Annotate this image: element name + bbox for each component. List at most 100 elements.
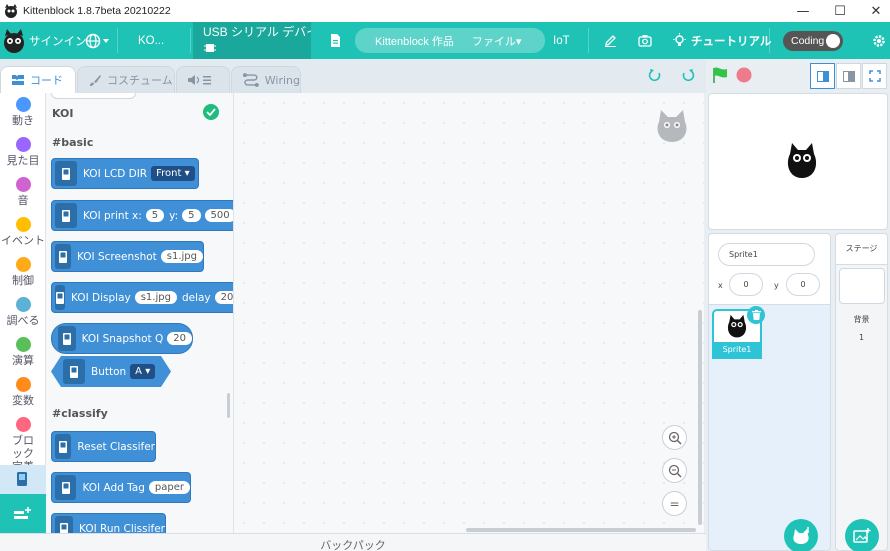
reset-classifier-block[interactable]: Reset Classifer (51, 431, 156, 462)
menu-separator (117, 28, 118, 53)
palette-scrollbar[interactable] (227, 393, 230, 418)
settings-gear-icon[interactable] (872, 34, 886, 48)
add-extension-button[interactable] (0, 494, 46, 533)
category-operators[interactable]: 演算 (0, 337, 46, 367)
tutorial-lightbulb-icon[interactable] (672, 33, 687, 48)
file-save-icon[interactable] (330, 34, 341, 47)
sprite-name-input[interactable]: Sprite1 (718, 243, 815, 266)
language-globe-icon[interactable] (85, 33, 111, 49)
undo-icon[interactable] (645, 65, 665, 85)
backdrop-label: 背景 (853, 315, 870, 324)
project-title[interactable]: Kittenblock 作品 (375, 33, 454, 49)
category-control[interactable]: 制御 (0, 257, 46, 287)
category-motion[interactable]: 動き (0, 97, 46, 127)
green-flag-icon[interactable] (710, 65, 730, 85)
category-label: 調べる (6, 314, 40, 327)
backpack-bar[interactable]: バックパック (0, 533, 706, 551)
block-categories: 動き 見た目 音 イベント 制御 調べる 演算 変数 ブロック定義 (0, 93, 46, 533)
kittenblock-logo-icon[interactable] (2, 27, 26, 55)
tab-code-label: コード (30, 74, 63, 87)
tutorial-button[interactable]: チュートリアル (691, 22, 771, 59)
stage-thumbnail[interactable] (839, 268, 885, 304)
sprite-y-input[interactable]: 0 (786, 273, 820, 296)
block-text: delay (181, 291, 211, 304)
category-sound[interactable]: 音 (0, 177, 46, 207)
category-label: イベント (1, 234, 45, 247)
tab-costume[interactable]: コスチューム (77, 66, 175, 93)
kittenblock-app-icon (5, 4, 17, 18)
tab-wiring[interactable]: Wiring (231, 66, 301, 93)
sprite-x-label: x (718, 281, 723, 290)
koi-device-icon (63, 359, 85, 384)
camera-icon[interactable] (638, 34, 652, 47)
koi-run-classifier-block[interactable]: KOI Run Clissifer (51, 513, 166, 533)
coding-toggle-label: Coding (791, 35, 825, 47)
add-sprite-button[interactable] (784, 519, 818, 551)
category-sensing[interactable]: 調べる (0, 297, 46, 327)
script-workspace[interactable] (234, 93, 704, 533)
category-looks[interactable]: 見た目 (0, 137, 46, 167)
workspace-horizontal-scrollbar[interactable] (466, 528, 696, 532)
category-label: 見た目 (6, 154, 40, 167)
category-events[interactable]: イベント (0, 217, 46, 247)
device-select-button[interactable]: KO... (138, 22, 164, 59)
toggle-knob (826, 34, 840, 48)
classify-section-label: #classify (52, 407, 108, 420)
maximize-button[interactable]: ☐ (822, 0, 858, 22)
tab-code[interactable]: コード (0, 66, 76, 93)
lcd-dir-dropdown[interactable]: Front ▾ (151, 166, 195, 181)
stop-icon[interactable] (734, 65, 754, 85)
koi-screenshot-block[interactable]: KOI Screenshot s1.jpg (51, 241, 204, 272)
signin-button[interactable]: サインイン (29, 22, 87, 59)
delete-sprite-button[interactable] (747, 306, 765, 324)
category-variables[interactable]: 変数 (0, 377, 46, 407)
edit-pencil-icon[interactable] (604, 34, 617, 47)
zoom-in-icon (668, 431, 682, 445)
iot-menu-button[interactable]: IoT (553, 22, 570, 59)
koi-display-block[interactable]: KOI Display s1.jpg delay 200 (51, 282, 233, 313)
category-dot (15, 177, 31, 192)
koi-lcd-dir-block[interactable]: KOI LCD DIR Front ▾ (51, 158, 199, 189)
add-backdrop-button[interactable] (845, 519, 879, 551)
koi-print-block[interactable]: KOI print x: 5 y: 5 500 (51, 200, 233, 231)
display-filename-input[interactable]: s1.jpg (134, 291, 177, 304)
print-text-input[interactable]: 500 (204, 209, 233, 222)
project-title-group: Kittenblock 作品 ファイル▾ (355, 28, 545, 53)
block-text: KOI Run Clissifer (79, 522, 165, 534)
koi-device-icon (55, 244, 71, 269)
koi-add-tag-block[interactable]: KOI Add Tag paper (51, 472, 191, 503)
zoom-in-button[interactable] (662, 425, 687, 450)
screenshot-filename-input[interactable]: s1.jpg (160, 250, 203, 263)
tab-costume-label: コスチューム (107, 74, 173, 87)
snapshot-quality-input[interactable]: 20 (167, 332, 192, 345)
fullscreen-button[interactable] (862, 63, 887, 89)
sprite-x-input[interactable]: 0 (729, 273, 763, 296)
window-titlebar: Kittenblock 1.8.7beta 20210222 — ☐ ✕ (0, 0, 890, 22)
chip-icon (204, 44, 216, 52)
minimize-button[interactable]: — (785, 0, 821, 22)
workspace-vertical-scrollbar[interactable] (698, 310, 702, 525)
coding-mode-toggle[interactable]: Coding (783, 31, 843, 51)
category-dot (15, 297, 31, 312)
zoom-reset-button[interactable]: = (662, 491, 687, 516)
display-delay-input[interactable]: 200 (214, 291, 233, 304)
button-pressed-block[interactable]: Button A ▾ (51, 356, 171, 387)
large-stage-button[interactable] (836, 63, 861, 89)
print-x-input[interactable]: 5 (145, 209, 165, 222)
tag-name-input[interactable]: paper (148, 481, 190, 494)
small-stage-button[interactable] (810, 63, 835, 89)
zoom-out-button[interactable] (662, 458, 687, 483)
redo-icon[interactable] (678, 65, 698, 85)
category-koi[interactable] (0, 465, 46, 495)
usb-serial-device-button[interactable]: USB シリアル デバイス (193, 22, 311, 59)
koi-device-icon (58, 326, 76, 351)
stage-cat-sprite[interactable] (784, 140, 820, 182)
button-dropdown[interactable]: A ▾ (130, 364, 156, 379)
file-menu-button[interactable]: ファイル▾ (472, 33, 522, 49)
trash-icon (751, 310, 761, 320)
close-button[interactable]: ✕ (858, 0, 890, 22)
print-y-input[interactable]: 5 (182, 209, 201, 222)
koi-snapshot-block[interactable]: KOI Snapshot Q 20 (51, 323, 193, 354)
palette-section-title: KOI (52, 107, 74, 120)
tab-sound[interactable] (176, 66, 230, 93)
